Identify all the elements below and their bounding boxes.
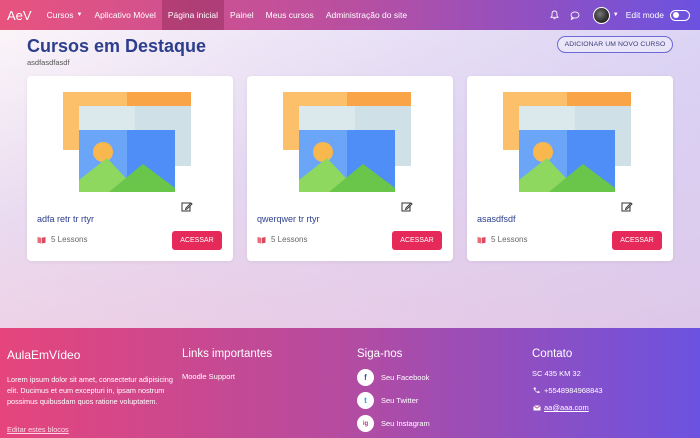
envelope-icon <box>532 404 541 411</box>
nav-item-painel[interactable]: Painel <box>224 0 260 30</box>
lessons-count: 5 Lessons <box>37 235 87 244</box>
footer-links-title: Links importantes <box>182 348 273 360</box>
lessons-count: 5 Lessons <box>477 235 527 244</box>
footer-links-column: Links importantes Moodle Support <box>182 348 272 381</box>
lessons-label: 5 Lessons <box>491 235 528 244</box>
contact-email[interactable]: aa@aaa.com <box>532 399 603 416</box>
chat-icon[interactable] <box>567 7 583 23</box>
lessons-label: 5 Lessons <box>271 235 308 244</box>
acessar-button[interactable]: ACESSAR <box>612 231 662 250</box>
nav-item-aplicativo-movel[interactable]: Aplicativo Móvel <box>88 0 161 30</box>
course-card[interactable]: asasdfsdf 5 Lessons ACESSAR <box>467 76 673 261</box>
page-title: Cursos em Destaque <box>27 36 207 56</box>
phone-icon <box>532 387 541 394</box>
avatar[interactable] <box>592 6 610 24</box>
nav-item-label: Cursos <box>46 10 74 20</box>
facebook-icon: f <box>357 369 374 386</box>
site-footer: AulaEmVídeo Lorem ipsum dolor sit amet, … <box>0 328 700 438</box>
bell-icon[interactable] <box>547 7 563 23</box>
instagram-icon: ig <box>357 415 374 432</box>
footer-link-moodle-support[interactable]: Moodle Support <box>182 372 272 381</box>
brand-logo[interactable]: AeV <box>0 8 41 23</box>
contact-email-label: aa@aaa.com <box>544 403 589 412</box>
social-instagram[interactable]: ig Seu Instagram <box>357 412 430 435</box>
book-icon <box>477 236 486 243</box>
footer-about-text: Lorem ipsum dolor sit amet, consectetur … <box>7 375 173 406</box>
nav-item-pagina-inicial[interactable]: Página inicial <box>161 0 224 30</box>
contact-phone[interactable]: +5548984968843 <box>532 382 603 399</box>
edit-mode-toggle[interactable] <box>670 9 690 21</box>
lessons-label: 5 Lessons <box>51 235 88 244</box>
course-image-placeholder-icon[interactable] <box>283 92 413 192</box>
edit-blocks-link[interactable]: Editar estes blocos <box>7 425 69 434</box>
edit-icon[interactable] <box>181 201 193 213</box>
course-title[interactable]: qwerqwer tr rtyr <box>257 214 320 224</box>
social-label: Seu Instagram <box>381 419 430 428</box>
nav-item-label: Meus cursos <box>265 10 314 20</box>
course-image-placeholder-icon[interactable] <box>63 92 193 192</box>
edit-mode-label: Edit mode <box>625 10 664 20</box>
nav-item-administracao[interactable]: Administração do site <box>320 0 413 30</box>
course-card[interactable]: qwerqwer tr rtyr 5 Lessons ACESSAR <box>247 76 453 261</box>
edit-icon[interactable] <box>621 201 633 213</box>
chevron-down-icon[interactable]: ▼ <box>613 12 619 18</box>
footer-about-column: AulaEmVídeo Lorem ipsum dolor sit amet, … <box>7 348 177 407</box>
acessar-button[interactable]: ACESSAR <box>392 231 442 250</box>
nav-item-cursos[interactable]: Cursos ▼ <box>41 0 89 30</box>
lessons-count: 5 Lessons <box>257 235 307 244</box>
social-label: Seu Twitter <box>381 396 419 405</box>
contact-phone-label: +5548984968843 <box>544 386 603 395</box>
top-navbar: AeV Cursos ▼ Aplicativo Móvel Página ini… <box>0 0 700 30</box>
social-twitter[interactable]: t Seu Twitter <box>357 389 430 412</box>
course-title[interactable]: adfa retr tr rtyr <box>37 214 94 224</box>
chevron-down-icon: ▼ <box>76 12 83 18</box>
page-subtitle: asdfasdfasdf <box>27 58 70 67</box>
book-icon <box>257 236 266 243</box>
nav-item-label: Aplicativo Móvel <box>94 10 156 20</box>
footer-contact-title: Contato <box>532 348 573 360</box>
nav-item-meus-cursos[interactable]: Meus cursos <box>260 0 320 30</box>
footer-social-title: Siga-nos <box>357 348 403 360</box>
social-facebook[interactable]: f Seu Facebook <box>357 366 430 389</box>
course-card[interactable]: adfa retr tr rtyr 5 Lessons ACESSAR <box>27 76 233 261</box>
contact-address: SC 435 KM 32 <box>532 369 581 378</box>
footer-contact-column: Contato SC 435 KM 32 +5548984968843 aa@a… <box>532 348 603 416</box>
nav-item-label: Painel <box>229 10 254 20</box>
footer-social-column: Siga-nos f Seu Facebook t Seu Twitter ig… <box>357 348 430 435</box>
navbar-right: ▼ Edit mode <box>543 0 700 30</box>
featured-courses-section: Cursos em Destaque asdfasdfasdf ADICIONA… <box>0 30 700 328</box>
social-label: Seu Facebook <box>381 373 430 382</box>
footer-brand: AulaEmVídeo <box>7 348 81 362</box>
edit-icon[interactable] <box>401 201 413 213</box>
add-course-button[interactable]: ADICIONAR UM NOVO CURSO <box>557 36 673 53</box>
nav-item-label: Página inicial <box>167 10 218 20</box>
book-icon <box>37 236 46 243</box>
course-title[interactable]: asasdfsdf <box>477 214 516 224</box>
course-image-placeholder-icon[interactable] <box>503 92 633 192</box>
acessar-button[interactable]: ACESSAR <box>172 231 222 250</box>
nav-item-label: Administração do site <box>325 10 408 20</box>
twitter-icon: t <box>357 392 374 409</box>
